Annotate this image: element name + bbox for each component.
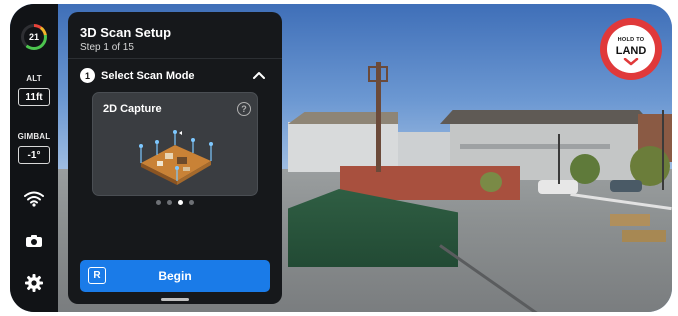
warehouse-left-roof bbox=[288, 112, 398, 124]
battery-gauge[interactable]: 21 bbox=[21, 24, 47, 50]
hold-to-land-button[interactable]: HOLD TO LAND bbox=[600, 18, 662, 80]
scan-mode-title: 2D Capture bbox=[103, 103, 162, 115]
pager-dot[interactable] bbox=[189, 200, 194, 205]
divider bbox=[68, 58, 282, 59]
wifi-icon[interactable] bbox=[23, 188, 45, 210]
scan-setup-panel: 3D Scan Setup Step 1 of 15 1 Select Scan… bbox=[68, 12, 282, 304]
begin-label: Begin bbox=[158, 269, 192, 283]
light-tower-head bbox=[368, 66, 388, 82]
scan-mode-card[interactable]: 2D Capture ? bbox=[92, 92, 258, 196]
help-icon[interactable]: ? bbox=[237, 102, 251, 116]
land-arrow-icon bbox=[623, 58, 639, 66]
hold-to-label: HOLD TO bbox=[617, 37, 645, 43]
warehouse-right-roof bbox=[440, 110, 652, 124]
pager-dot[interactable] bbox=[167, 200, 172, 205]
warehouse-left bbox=[288, 122, 398, 172]
hold-to-land-face: HOLD TO LAND bbox=[607, 25, 655, 73]
app-window: 21 ALT 11ft GIMBAL -1° 3D Scan Setup Ste… bbox=[10, 4, 672, 312]
carousel-pager bbox=[68, 200, 282, 208]
parked-car bbox=[610, 180, 642, 192]
scan-area-illustration bbox=[139, 130, 213, 185]
tree bbox=[480, 172, 502, 192]
section-label: Select Scan Mode bbox=[101, 70, 195, 82]
lamp-post bbox=[662, 110, 664, 190]
chevron-up-icon[interactable] bbox=[252, 70, 266, 80]
step-indicator: Step 1 of 15 bbox=[80, 42, 134, 53]
camera-icon[interactable] bbox=[23, 230, 45, 252]
panel-drag-handle[interactable] bbox=[161, 298, 189, 301]
gear-icon[interactable] bbox=[23, 272, 45, 294]
select-scan-mode-header[interactable]: 1 Select Scan Mode bbox=[68, 64, 282, 86]
left-rail: 21 ALT 11ft GIMBAL -1° bbox=[10, 4, 58, 312]
gimbal-label: GIMBAL bbox=[17, 132, 51, 141]
warehouse-window-band bbox=[460, 144, 610, 149]
step-number-badge: 1 bbox=[80, 68, 95, 83]
panel-title: 3D Scan Setup bbox=[80, 25, 172, 40]
altitude-value: 11ft bbox=[18, 88, 50, 106]
land-label: LAND bbox=[615, 45, 647, 57]
planter-box bbox=[622, 230, 666, 242]
pager-dot[interactable] bbox=[178, 200, 183, 205]
pager-dot[interactable] bbox=[156, 200, 161, 205]
gimbal-value: -1° bbox=[18, 146, 50, 164]
lamp-post bbox=[558, 134, 560, 184]
planter-box bbox=[610, 214, 650, 226]
begin-button[interactable]: R Begin bbox=[80, 260, 270, 292]
battery-value: 21 bbox=[24, 27, 44, 47]
altitude-label: ALT bbox=[26, 74, 42, 83]
